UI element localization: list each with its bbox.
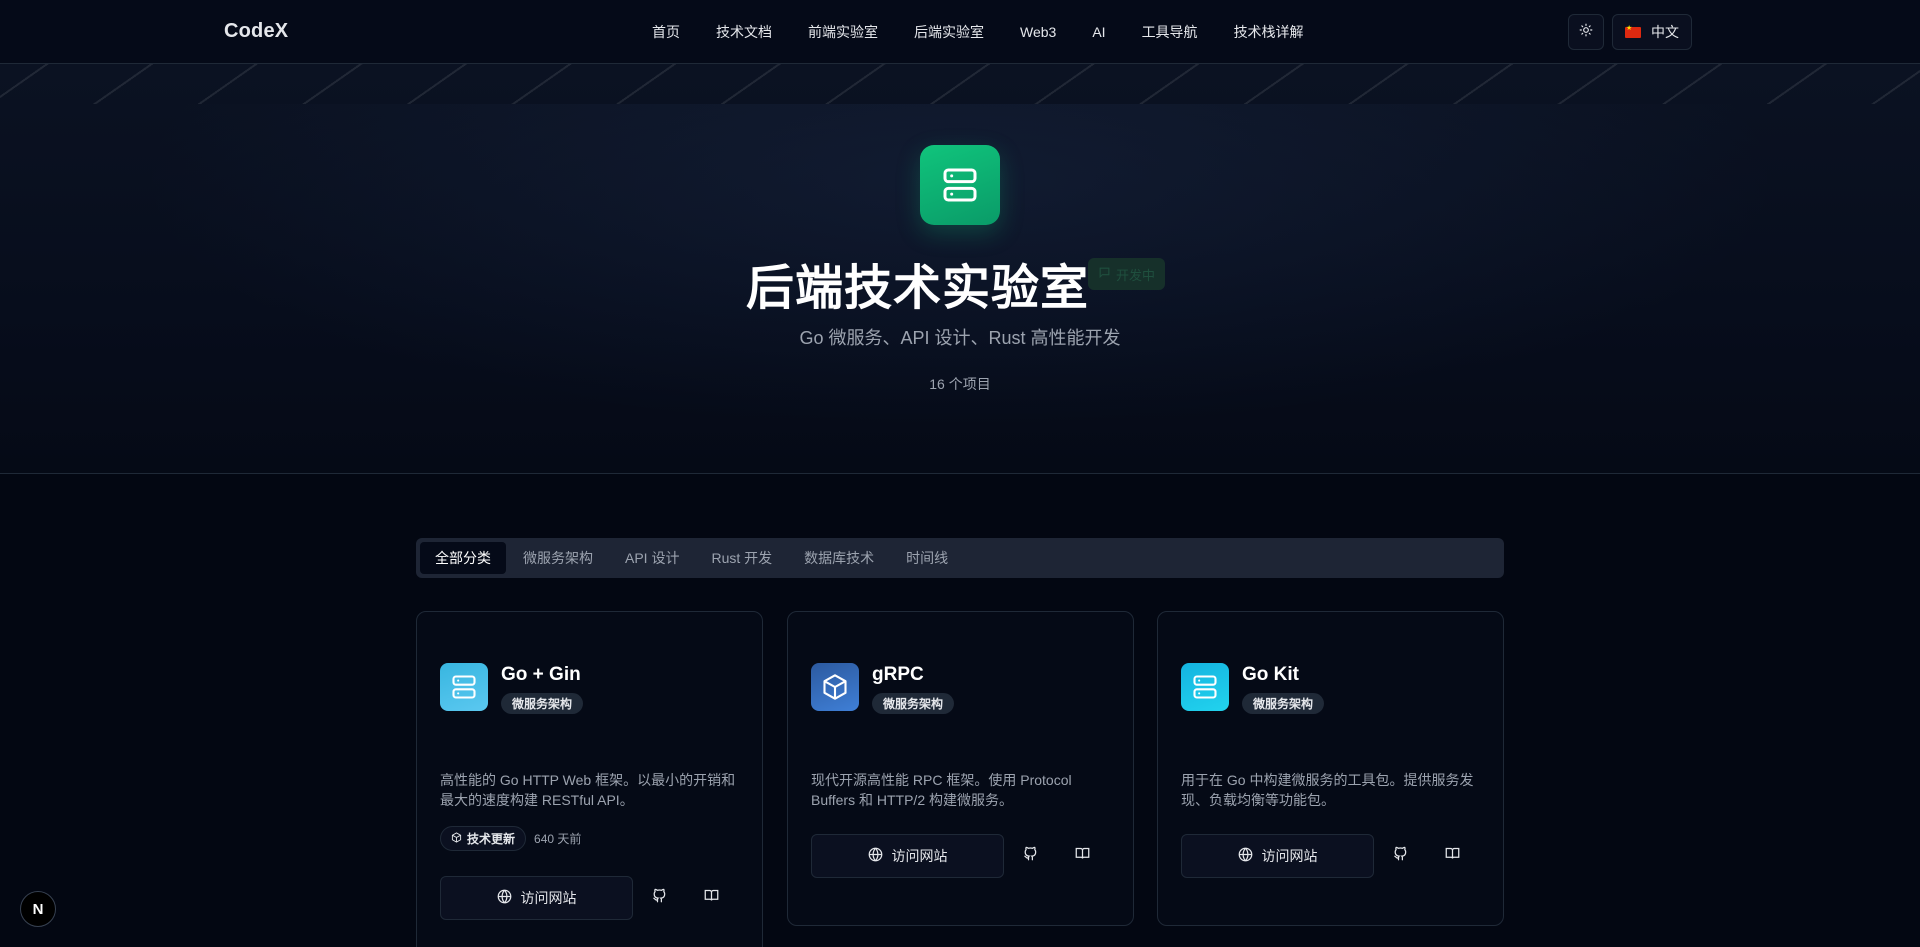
category-badge: 微服务架构 bbox=[872, 693, 955, 714]
tab-microservices[interactable]: 微服务架构 bbox=[508, 542, 608, 574]
visit-website-button[interactable]: 访问网站 bbox=[811, 834, 1004, 878]
nav-link-backend-lab[interactable]: 后端实验室 bbox=[896, 22, 1002, 42]
project-card: Go Kit 微服务架构 用于在 Go 中构建微服务的工具包。提供服务发现、负载… bbox=[1157, 611, 1504, 926]
box-icon bbox=[451, 831, 462, 846]
tab-timeline[interactable]: 时间线 bbox=[891, 542, 963, 574]
github-button[interactable] bbox=[1374, 834, 1426, 878]
hero-subtitle: Go 微服务、API 设计、Rust 高性能开发 bbox=[799, 328, 1121, 348]
book-open-icon bbox=[704, 888, 719, 908]
card-description: 现代开源高性能 RPC 框架。使用 Protocol Buffers 和 HTT… bbox=[811, 772, 1072, 808]
top-nav: CodeX 首页 技术文档 前端实验室 后端实验室 Web3 AI 工具导航 技… bbox=[0, 0, 1920, 64]
nav-link-frontend-lab[interactable]: 前端实验室 bbox=[790, 22, 896, 42]
theme-toggle-button[interactable] bbox=[1568, 14, 1604, 50]
nav-link-ai[interactable]: AI bbox=[1074, 24, 1123, 40]
page-title: 后端技术实验室 bbox=[746, 262, 1090, 315]
project-count: 16 个项目 bbox=[929, 376, 991, 392]
sun-icon bbox=[1579, 23, 1593, 42]
book-open-icon bbox=[1445, 846, 1460, 866]
github-button[interactable] bbox=[633, 876, 685, 920]
server-icon bbox=[920, 145, 1000, 225]
nav-links: 首页 技术文档 前端实验室 后端实验室 Web3 AI 工具导航 技术栈详解 bbox=[634, 0, 1322, 64]
globe-icon bbox=[1238, 847, 1253, 865]
tab-database[interactable]: 数据库技术 bbox=[789, 542, 889, 574]
globe-icon bbox=[497, 889, 512, 907]
hero-streaks bbox=[0, 64, 1920, 104]
project-card: Go + Gin 微服务架构 高性能的 Go HTTP Web 框架。以最小的开… bbox=[416, 611, 763, 947]
nav-link-stack[interactable]: 技术栈详解 bbox=[1216, 22, 1322, 42]
nav-link-docs[interactable]: 技术文档 bbox=[698, 22, 790, 42]
globe-icon bbox=[868, 847, 883, 865]
update-badge: 技术更新 bbox=[440, 826, 527, 851]
hero: 后端技术实验室 开发中 Go 微服务、API 设计、Rust 高性能开发 16 … bbox=[0, 64, 1920, 474]
tab-all[interactable]: 全部分类 bbox=[420, 542, 506, 574]
card-title: Go + Gin bbox=[501, 664, 581, 685]
language-select[interactable]: 中文 bbox=[1612, 14, 1692, 50]
card-description: 用于在 Go 中构建微服务的工具包。提供服务发现、负载均衡等功能包。 bbox=[1181, 772, 1474, 808]
nav-link-web3[interactable]: Web3 bbox=[1002, 24, 1074, 40]
card-title: Go Kit bbox=[1242, 664, 1299, 685]
status-badge-label: 开发中 bbox=[1116, 267, 1156, 283]
category-tabs: 全部分类 微服务架构 API 设计 Rust 开发 数据库技术 时间线 bbox=[416, 538, 1504, 578]
category-badge: 微服务架构 bbox=[1242, 693, 1325, 714]
tab-rust[interactable]: Rust 开发 bbox=[696, 542, 787, 574]
server-icon bbox=[1181, 663, 1229, 711]
docs-button[interactable] bbox=[1056, 834, 1108, 878]
category-badge: 微服务架构 bbox=[501, 693, 584, 714]
github-icon bbox=[1393, 846, 1408, 866]
github-button[interactable] bbox=[1004, 834, 1056, 878]
status-badge: 开发中 bbox=[1088, 258, 1166, 290]
visit-website-button[interactable]: 访问网站 bbox=[440, 876, 633, 920]
box-icon bbox=[811, 663, 859, 711]
server-icon bbox=[440, 663, 488, 711]
project-card: gRPC 微服务架构 现代开源高性能 RPC 框架。使用 Protocol Bu… bbox=[787, 611, 1134, 926]
docs-button[interactable] bbox=[685, 876, 737, 920]
message-icon bbox=[1098, 266, 1111, 282]
nav-link-tools[interactable]: 工具导航 bbox=[1124, 22, 1216, 42]
book-open-icon bbox=[1075, 846, 1090, 866]
visit-website-button[interactable]: 访问网站 bbox=[1181, 834, 1374, 878]
china-flag-icon bbox=[1625, 24, 1641, 38]
nextjs-devtools-button[interactable]: N bbox=[20, 891, 56, 927]
language-label: 中文 bbox=[1651, 24, 1679, 40]
tab-api-design[interactable]: API 设计 bbox=[610, 542, 694, 574]
logo[interactable]: CodeX bbox=[224, 20, 288, 43]
card-description: 高性能的 Go HTTP Web 框架。以最小的开销和最大的速度构建 RESTf… bbox=[440, 772, 736, 808]
github-icon bbox=[1023, 846, 1038, 866]
update-time: 640 天前 bbox=[534, 832, 582, 846]
github-icon bbox=[652, 888, 667, 908]
nav-link-home[interactable]: 首页 bbox=[634, 22, 698, 42]
card-title: gRPC bbox=[872, 664, 924, 685]
docs-button[interactable] bbox=[1426, 834, 1478, 878]
